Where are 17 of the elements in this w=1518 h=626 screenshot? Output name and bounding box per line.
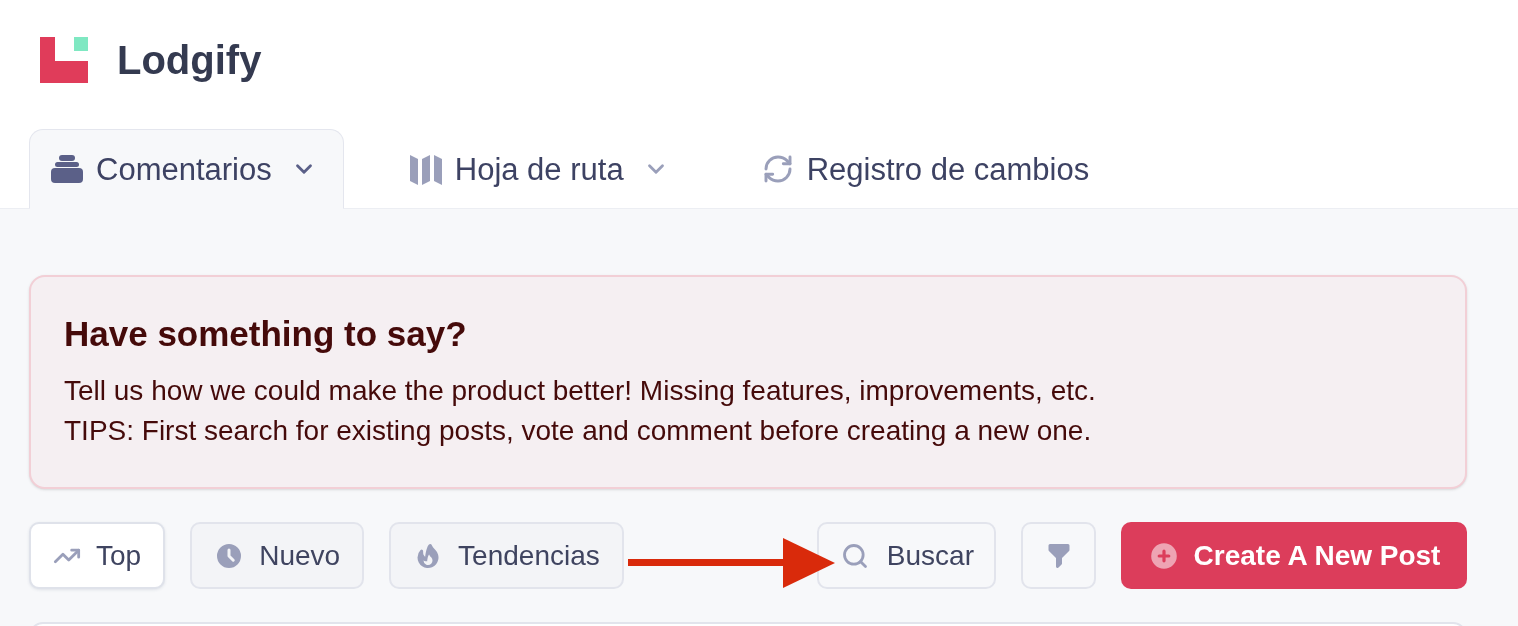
- banner-text: TIPS: First search for existing posts, vote and comment before creating a new one.: [64, 414, 1093, 448]
- map-icon: [409, 153, 442, 185]
- sort-button[interactable]: Nuevo: [190, 522, 365, 589]
- banner-title: Have something to say?: [64, 313, 468, 355]
- banner-text: Tell us how we could make the product better! Missing features, improvements, etc.: [64, 374, 1097, 408]
- stack-icon: [51, 155, 83, 183]
- brand-name: Lodgify: [117, 40, 262, 80]
- filter-button[interactable]: [1021, 522, 1096, 589]
- nav-tab[interactable]: Hoja de ruta: [387, 129, 696, 209]
- logo-icon: [40, 37, 88, 83]
- search-icon: [840, 541, 869, 570]
- create-post-button[interactable]: Create A New Post: [1121, 522, 1467, 589]
- search-button[interactable]: Buscar: [816, 522, 996, 589]
- sort-button[interactable]: Tendencias: [389, 522, 624, 589]
- nav-tab[interactable]: Comentarios: [29, 129, 344, 209]
- nav-tab[interactable]: Registro de cambios: [739, 129, 1117, 209]
- sort-button[interactable]: Top: [29, 522, 166, 589]
